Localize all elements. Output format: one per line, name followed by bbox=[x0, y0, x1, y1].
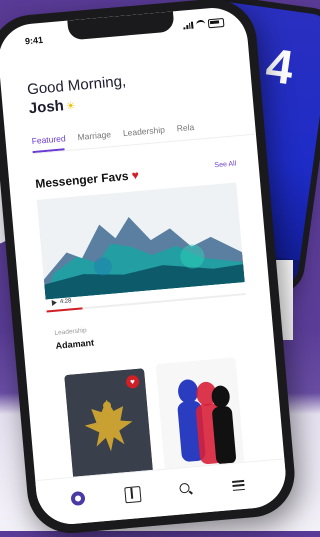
feature-thumbnail[interactable] bbox=[36, 182, 245, 300]
tab-marriage[interactable]: Marriage bbox=[77, 129, 111, 142]
app-screen: 9:41 Good Morning, Josh☀ Featured Marria… bbox=[0, 5, 289, 527]
play-icon[interactable] bbox=[51, 299, 58, 306]
phone-device: 9:41 Good Morning, Josh☀ Featured Marria… bbox=[0, 0, 299, 537]
thumbnail-card-1[interactable]: ♥ bbox=[64, 368, 154, 483]
silhouettes-artwork bbox=[155, 357, 245, 474]
battery-icon bbox=[207, 17, 225, 29]
see-all-link[interactable]: See All bbox=[214, 160, 236, 169]
greeting: Good Morning, Josh☀ bbox=[26, 72, 128, 120]
status-time: 9:41 bbox=[24, 34, 44, 47]
menu-icon[interactable] bbox=[232, 479, 247, 491]
signal-icon bbox=[183, 21, 194, 30]
card-title[interactable]: Adamant bbox=[55, 337, 94, 350]
phone-notch bbox=[67, 11, 175, 41]
search-icon[interactable] bbox=[178, 481, 193, 496]
user-name: Josh bbox=[28, 97, 65, 118]
card-category: Leadership bbox=[54, 327, 87, 337]
wifi-icon bbox=[195, 19, 206, 30]
tab-featured[interactable]: Featured bbox=[31, 133, 66, 146]
section-title: Messenger Favs ♥ bbox=[35, 168, 140, 191]
thumbnail-card-2[interactable] bbox=[155, 357, 245, 474]
category-tabs: Featured Marriage Leadership Rela bbox=[31, 122, 194, 146]
sun-icon: ☀ bbox=[65, 100, 77, 114]
tab-relationships[interactable]: Rela bbox=[176, 122, 194, 133]
section-title-text: Messenger Favs bbox=[34, 168, 130, 191]
mountain-artwork bbox=[36, 182, 245, 300]
heart-icon: ♥ bbox=[131, 167, 140, 183]
duration-text: 4:28 bbox=[59, 298, 72, 306]
home-icon[interactable] bbox=[70, 490, 86, 507]
status-icons bbox=[183, 17, 225, 31]
tab-leadership[interactable]: Leadership bbox=[122, 125, 165, 139]
duration-label: 4:28 bbox=[51, 298, 72, 306]
angel-artwork bbox=[64, 368, 154, 483]
book-icon[interactable] bbox=[124, 485, 142, 504]
